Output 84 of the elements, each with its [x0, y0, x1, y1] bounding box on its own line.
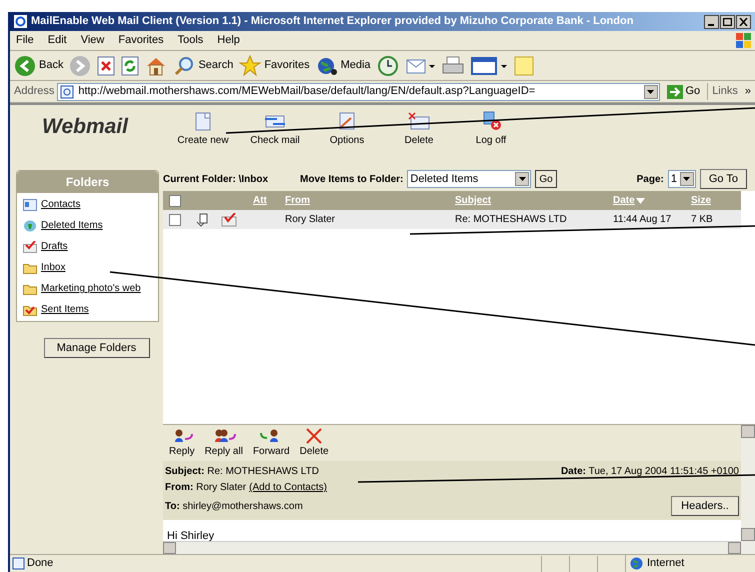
menu-item[interactable]: Tools — [178, 32, 204, 49]
envelope-check-icon — [23, 240, 37, 252]
message-row[interactable]: Rory Slater Re: MOTHESHAWS LTD 11:44 Aug 17 7 KB — [163, 210, 741, 229]
toolbar-label[interactable]: Search — [198, 57, 234, 74]
go-to-button[interactable]: Go To — [700, 169, 747, 189]
address-field[interactable]: http://webmail.mothershaws.com/MEWebMail/base/default/lang/EN/default.asp?LanguageID= — [57, 82, 660, 100]
table-cell-text: 7 KB — [691, 213, 714, 227]
close-icon[interactable] — [736, 14, 751, 28]
edit-window-icon[interactable] — [470, 54, 507, 76]
go-button[interactable]: Go — [686, 83, 700, 100]
refresh-icon[interactable] — [121, 56, 140, 76]
maximize-icon[interactable] — [720, 14, 735, 28]
envelope-check-icon — [221, 212, 237, 226]
go-button[interactable]: Go — [535, 170, 557, 188]
menu-item[interactable]: Edit — [48, 32, 67, 49]
page-icon — [12, 557, 25, 570]
zone-text: Internet — [647, 556, 684, 572]
stop-icon[interactable] — [97, 56, 116, 76]
recycle-bin-icon — [23, 220, 37, 232]
folder-link[interactable]: Sent Items — [41, 302, 89, 317]
from-line: From: Rory Slater — [165, 481, 246, 495]
toolbar-label[interactable]: Media — [340, 57, 371, 74]
address-label: Address — [14, 84, 54, 100]
minimize-icon[interactable] — [704, 14, 719, 28]
folder-link[interactable]: Contacts — [41, 197, 80, 212]
toolbar-action[interactable]: Options — [330, 133, 364, 148]
toolbar-label[interactable]: Back — [39, 57, 64, 74]
globe-icon — [630, 557, 643, 570]
checkbox[interactable] — [169, 214, 181, 226]
menu-item[interactable]: Favorites — [118, 32, 164, 49]
table-cell-text: Rory Slater — [285, 213, 336, 227]
page-label: Page: — [636, 172, 664, 186]
toolbar-label[interactable]: Favorites — [264, 57, 310, 74]
message-body: Hi Shirley — [167, 530, 214, 542]
preview-action[interactable]: Forward — [252, 444, 290, 459]
checkbox[interactable] — [169, 194, 181, 206]
move-label: Move Items to Folder: — [300, 172, 404, 186]
toolbar-action[interactable]: Create new — [177, 133, 229, 148]
to-line: To: shirley@mothershaws.com — [165, 500, 303, 514]
horizontal-scrollbar[interactable] — [163, 541, 741, 554]
folder-icon — [23, 282, 37, 294]
preview-action[interactable]: Reply — [169, 444, 195, 459]
add-to-contacts-link[interactable]: (Add to Contacts) — [249, 480, 327, 495]
manage-folders-button[interactable]: Manage Folders — [44, 338, 150, 358]
vertical-scrollbar[interactable] — [741, 425, 755, 554]
toolbar-action[interactable]: Delete — [404, 133, 434, 148]
menu-item[interactable]: Help — [217, 32, 240, 49]
attachment-icon — [195, 212, 209, 226]
page-icon — [60, 84, 74, 98]
window-title: MailEnable Web Mail Client (Version 1.1) - Microsoft Internet Explorer provided by Mizuho Corporate Bank - London — [31, 14, 634, 30]
date-line: Date: Tue, 17 Aug 2004 11:51:45 +0100 — [560, 465, 739, 479]
history-clock-icon[interactable] — [376, 54, 399, 76]
folder-link[interactable]: Drafts — [41, 239, 68, 254]
go-arrow-icon — [666, 84, 682, 98]
toolbar-action[interactable]: Check mail — [250, 133, 300, 148]
delete-x-icon — [305, 428, 324, 444]
folder-link[interactable]: Deleted Items — [41, 218, 103, 233]
contact-card-icon — [23, 198, 37, 210]
subject-line: Subject: Re: MOTHESHAWS LTD — [165, 465, 319, 479]
home-icon[interactable] — [145, 56, 168, 76]
star-icon[interactable] — [239, 54, 262, 76]
table-cell-text: 11:44 Aug 17 — [613, 213, 672, 227]
menu-item[interactable]: View — [80, 32, 104, 49]
menu-item[interactable]: File — [16, 32, 34, 49]
folder-link[interactable]: Inbox — [41, 260, 66, 275]
folder-select[interactable]: Deleted Items — [407, 170, 532, 188]
preview-action[interactable]: Reply all — [204, 444, 243, 459]
toolbar-action[interactable]: Log off — [476, 133, 506, 148]
current-folder-label: Current Folder: \Inbox — [163, 172, 268, 186]
printer-icon[interactable] — [440, 54, 465, 76]
folders-header: Folders — [17, 171, 158, 193]
search-icon[interactable] — [173, 54, 196, 76]
folder-link[interactable]: Marketing photo's web — [41, 281, 141, 296]
links-button[interactable]: Links — [707, 83, 742, 100]
webmail-logo: Webmail — [41, 114, 130, 140]
more-links-chevron[interactable]: » — [744, 83, 755, 100]
headers-button[interactable]: Headers.. — [671, 496, 739, 516]
envelope-delete-icon — [407, 111, 431, 131]
preview-action[interactable]: Delete — [300, 444, 329, 459]
status-text: Done — [27, 556, 54, 572]
page-select[interactable]: 1 — [668, 170, 696, 188]
table-cell-text: Re: MOTHESHAWS LTD — [455, 213, 568, 227]
folder-icon — [23, 262, 37, 274]
folder-check-icon — [23, 304, 37, 316]
